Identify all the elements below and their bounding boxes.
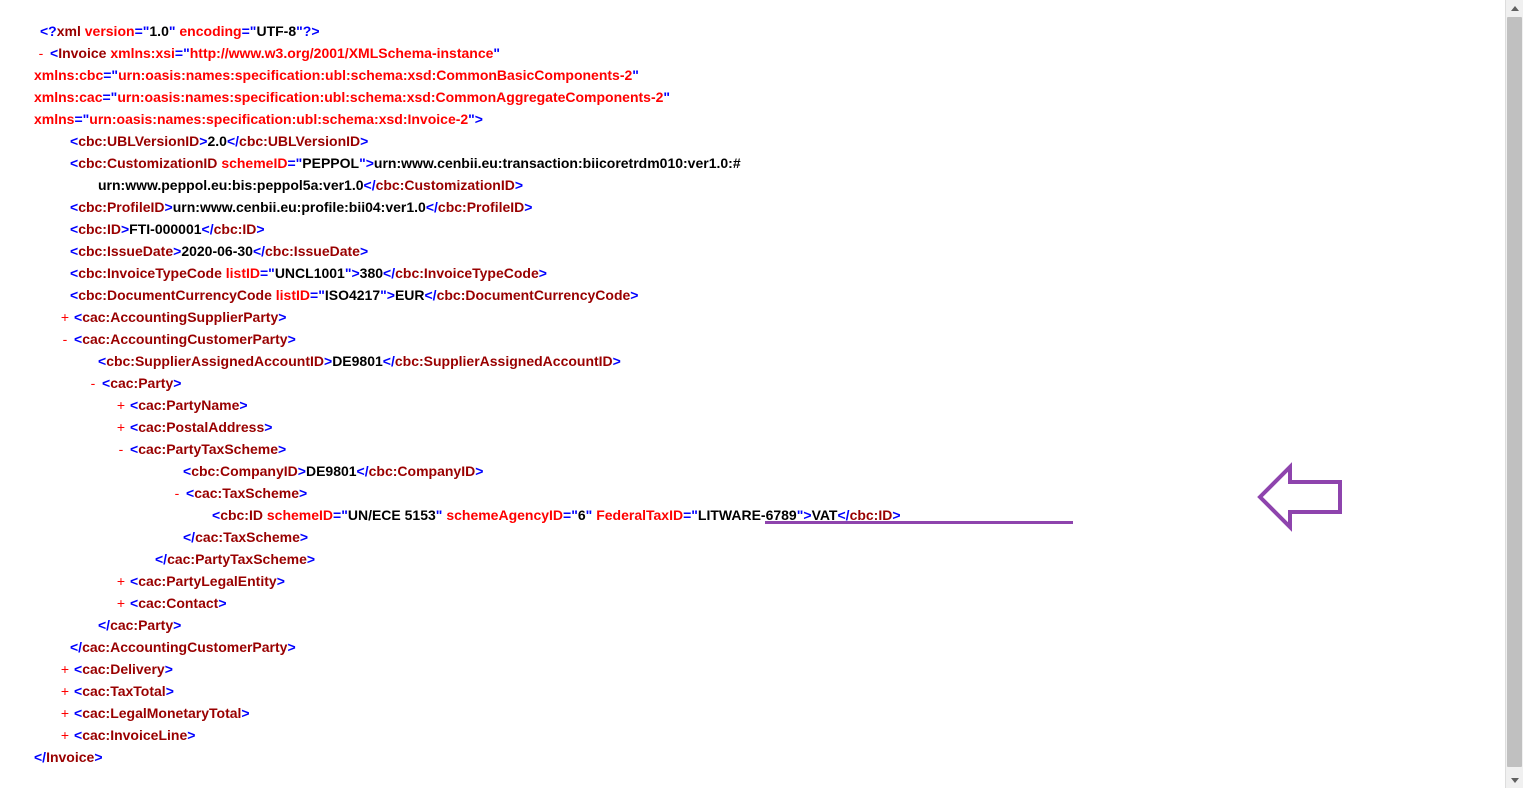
party-tax-scheme-close: </cac:PartyTaxScheme> [20, 548, 1523, 570]
root-open: -<Invoice xmlns:xsi="http://www.w3.org/2… [20, 42, 1523, 64]
postal-address-collapsed: +<cac:PostalAddress> [20, 416, 1523, 438]
collapse-toggle[interactable]: - [86, 372, 100, 394]
customization-id-line2: urn:www.peppol.eu:bis:peppol5a:ver1.0</c… [20, 174, 1523, 196]
legal-monetary-total-collapsed: +<cac:LegalMonetaryTotal> [20, 702, 1523, 724]
xml-declaration: <?xml version="1.0" encoding="UTF-8"?> [20, 20, 1523, 42]
root-ns-cac: xmlns:cac="urn:oasis:names:specification… [20, 86, 1523, 108]
scroll-thumb[interactable] [1507, 17, 1522, 767]
party-name-collapsed: +<cac:PartyName> [20, 394, 1523, 416]
party-open: -<cac:Party> [20, 372, 1523, 394]
vertical-scrollbar[interactable] [1505, 0, 1523, 788]
xml-viewer: <?xml version="1.0" encoding="UTF-8"?> -… [0, 0, 1523, 788]
scroll-down-button[interactable] [1506, 771, 1523, 788]
expand-toggle[interactable]: + [114, 394, 128, 416]
root-ns-cbc: xmlns:cbc="urn:oasis:names:specification… [20, 64, 1523, 86]
supplier-assigned-account-id: <cbc:SupplierAssignedAccountID>DE9801</c… [20, 350, 1523, 372]
contact-collapsed: +<cac:Contact> [20, 592, 1523, 614]
tax-total-collapsed: +<cac:TaxTotal> [20, 680, 1523, 702]
collapse-toggle[interactable]: - [170, 482, 184, 504]
expand-toggle[interactable]: + [58, 658, 72, 680]
expand-toggle[interactable]: + [58, 306, 72, 328]
tax-scheme-id: <cbc:ID schemeID="UN/ECE 5153" schemeAge… [20, 504, 1523, 526]
collapse-toggle[interactable]: - [58, 328, 72, 350]
issue-date: <cbc:IssueDate>2020-06-30</cbc:IssueDate… [20, 240, 1523, 262]
expand-toggle[interactable]: + [58, 724, 72, 746]
profile-id: <cbc:ProfileID>urn:www.cenbii.eu:profile… [20, 196, 1523, 218]
customer-party-open: -<cac:AccountingCustomerParty> [20, 328, 1523, 350]
root-close: </Invoice> [20, 746, 1523, 768]
invoice-type-code: <cbc:InvoiceTypeCode listID="UNCL1001">3… [20, 262, 1523, 284]
collapse-toggle[interactable]: - [34, 42, 48, 64]
document-currency-code: <cbc:DocumentCurrencyCode listID="ISO421… [20, 284, 1523, 306]
expand-toggle[interactable]: + [58, 680, 72, 702]
party-legal-entity-collapsed: +<cac:PartyLegalEntity> [20, 570, 1523, 592]
expand-toggle[interactable]: + [58, 702, 72, 724]
tax-scheme-open: -<cac:TaxScheme> [20, 482, 1523, 504]
ubl-version-id: <cbc:UBLVersionID>2.0</cbc:UBLVersionID> [20, 130, 1523, 152]
root-ns-default: xmlns="urn:oasis:names:specification:ubl… [20, 108, 1523, 130]
expand-toggle[interactable]: + [114, 416, 128, 438]
customization-id-line1: <cbc:CustomizationID schemeID="PEPPOL">u… [20, 152, 1523, 174]
delivery-collapsed: +<cac:Delivery> [20, 658, 1523, 680]
collapse-toggle[interactable]: - [114, 438, 128, 460]
invoice-line-collapsed: +<cac:InvoiceLine> [20, 724, 1523, 746]
customer-party-close: </cac:AccountingCustomerParty> [20, 636, 1523, 658]
invoice-id: <cbc:ID>FTI-000001</cbc:ID> [20, 218, 1523, 240]
tax-scheme-close: </cac:TaxScheme> [20, 526, 1523, 548]
expand-toggle[interactable]: + [114, 592, 128, 614]
xml-tree: <?xml version="1.0" encoding="UTF-8"?> -… [0, 0, 1523, 768]
expand-toggle[interactable]: + [114, 570, 128, 592]
supplier-party-collapsed: +<cac:AccountingSupplierParty> [20, 306, 1523, 328]
scroll-up-button[interactable] [1506, 0, 1523, 17]
company-id: <cbc:CompanyID>DE9801</cbc:CompanyID> [20, 460, 1523, 482]
party-tax-scheme-open: -<cac:PartyTaxScheme> [20, 438, 1523, 460]
party-close: </cac:Party> [20, 614, 1523, 636]
